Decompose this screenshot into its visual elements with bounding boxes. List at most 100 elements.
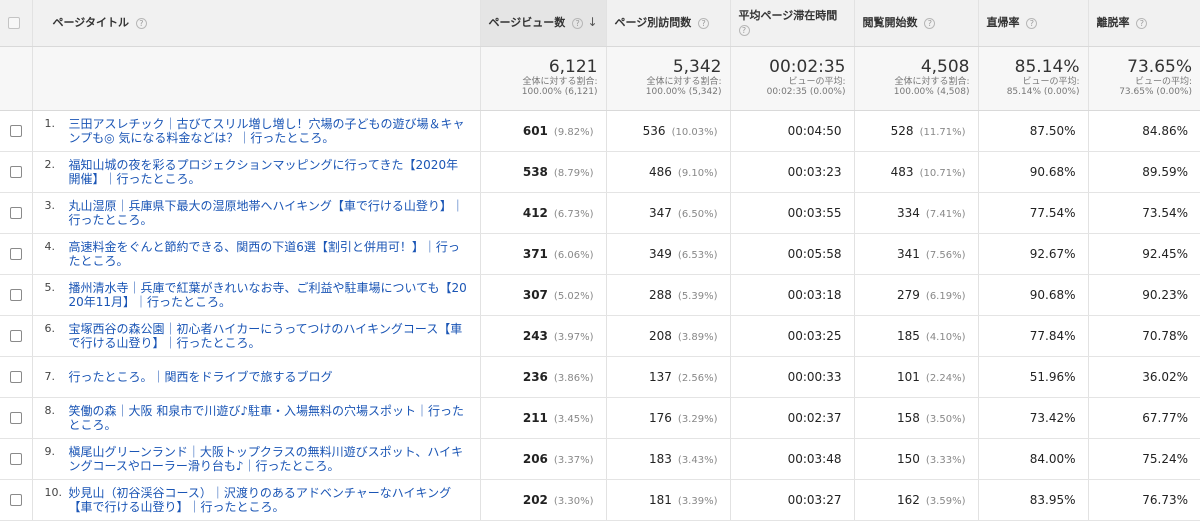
row-select-cell xyxy=(0,315,33,357)
entrances-value: 341 xyxy=(897,246,920,261)
column-entrances-label: 閲覧開始数 xyxy=(862,16,918,30)
page-title-link[interactable]: 宝塚西谷の森公園｜初心者ハイカーにうってつけのハイキングコース【車で行ける山登り… xyxy=(69,322,469,350)
page-title-link[interactable]: 福知山城の夜を彩るプロジェクションマッピングに行ってきた【2020年開催】｜行っ… xyxy=(69,158,469,186)
row-checkbox[interactable] xyxy=(9,371,22,383)
select-all-checkbox[interactable] xyxy=(8,17,20,30)
total-value: 6,121 xyxy=(548,56,598,77)
entrances-percent: (7.41%) xyxy=(925,208,966,220)
unique-pageviews-percent: (6.53%) xyxy=(677,249,718,261)
total-avg-time-cell: 00:02:35 ビューの平均: 00:02:35 (0.00%) xyxy=(730,46,855,111)
column-unique-pageviews-label: ページ別訪問数 xyxy=(614,16,692,30)
row-checkbox[interactable] xyxy=(9,412,22,424)
help-icon[interactable]: ? xyxy=(698,17,710,29)
help-icon[interactable]: ? xyxy=(924,17,936,29)
unique-pageviews-value: 486 xyxy=(649,164,672,179)
entrances-value: 279 xyxy=(897,287,920,302)
page-title-link[interactable]: 丸山湿原｜兵庫県下最大の湿原地帯へハイキング【車で行ける山登り】｜行ったところ。 xyxy=(69,199,469,227)
page-title-link[interactable]: 行ったところ。｜関西をドライブで旅するブログ xyxy=(69,370,469,384)
total-value: 4,508 xyxy=(920,56,970,77)
sort-descending-icon[interactable]: ↓ xyxy=(587,15,597,30)
unique-pageviews-cell: 486 (9.10%) xyxy=(606,151,731,193)
unique-pageviews-value: 181 xyxy=(649,492,672,507)
unique-pageviews-value: 536 xyxy=(642,123,666,138)
total-sub-label: 全体に対する割合: xyxy=(894,76,970,87)
pageviews-percent: (3.86%) xyxy=(553,372,594,384)
bounce-rate-value: 51.96% xyxy=(1029,369,1076,384)
unique-pageviews-percent: (9.10%) xyxy=(677,167,718,179)
table-row: 6. 宝塚西谷の森公園｜初心者ハイカーにうってつけのハイキングコース【車で行ける山… xyxy=(0,315,1200,357)
exit-rate-value: 70.78% xyxy=(1142,328,1188,343)
page-title-link[interactable]: 三田アスレチック｜古びてスリル増し増し！穴場の子どもの遊び場＆キャンプも◎ 気に… xyxy=(69,117,469,145)
entrances-cell: 101 (2.24%) xyxy=(854,356,979,398)
unique-pageviews-cell: 349 (6.53%) xyxy=(606,233,731,275)
unique-pageviews-value: 176 xyxy=(649,410,672,425)
avg-time-value: 00:03:55 xyxy=(787,205,842,220)
unique-pageviews-cell: 137 (2.56%) xyxy=(606,356,731,398)
bounce-rate-value: 77.54% xyxy=(1029,205,1076,220)
help-icon[interactable]: ? xyxy=(135,17,147,29)
pageviews-value: 601 xyxy=(522,123,548,138)
pageviews-cell: 206 (3.37%) xyxy=(480,438,607,480)
entrances-value: 101 xyxy=(897,369,920,384)
pageviews-value: 236 xyxy=(522,369,548,384)
page-title-cell: 2. 福知山城の夜を彩るプロジェクションマッピングに行ってきた【2020年開催】｜… xyxy=(32,151,481,193)
entrances-cell: 158 (3.50%) xyxy=(854,397,979,439)
exit-rate-value: 89.59% xyxy=(1142,164,1188,179)
avg-time-value: 00:03:18 xyxy=(787,287,842,302)
page-title-link[interactable]: 播州清水寺｜兵庫で紅葉がきれいなお寺、ご利益や駐車場についても【2020年11月… xyxy=(69,281,469,309)
pageviews-cell: 307 (5.02%) xyxy=(480,274,607,316)
column-pageviews-label: ページビュー数 xyxy=(488,16,566,30)
page-title-link[interactable]: 笑働の森｜大阪 和泉市で川遊び♪駐車・入場無料の穴場スポット｜行ったところ。 xyxy=(69,404,469,432)
pageviews-percent: (3.37%) xyxy=(553,454,594,466)
entrances-cell: 483 (10.71%) xyxy=(854,151,979,193)
help-icon[interactable]: ? xyxy=(1136,17,1148,29)
bounce-rate-cell: 77.84% xyxy=(978,315,1089,357)
pageviews-percent: (3.45%) xyxy=(553,413,594,425)
column-header-avg-time[interactable]: 平均ページ滞在時間 ? xyxy=(730,0,855,47)
entrances-value: 334 xyxy=(897,205,920,220)
entrances-value: 528 xyxy=(890,123,914,138)
row-checkbox[interactable] xyxy=(9,125,22,137)
row-checkbox[interactable] xyxy=(9,166,22,178)
column-header-entrances[interactable]: 閲覧開始数 ? xyxy=(854,0,979,47)
row-checkbox[interactable] xyxy=(9,289,22,301)
row-select-cell xyxy=(0,151,33,193)
column-header-exit-rate[interactable]: 離脱率 ? xyxy=(1088,0,1200,47)
help-icon[interactable]: ? xyxy=(1026,17,1038,29)
column-avg-time-label: 平均ページ滞在時間 xyxy=(738,8,838,22)
page-title-link[interactable]: 高速料金をぐんと節約できる、関西の下道6選【割引と併用可！】｜行ったところ。 xyxy=(69,240,469,268)
page-title-link[interactable]: 槇尾山グリーンランド｜大阪トップクラスの無料川遊びスポット、ハイキングコースやロ… xyxy=(69,445,469,473)
row-select-cell xyxy=(0,274,33,316)
bounce-rate-value: 84.00% xyxy=(1029,451,1076,466)
row-checkbox[interactable] xyxy=(9,207,22,219)
row-rank: 5. xyxy=(44,280,56,294)
column-header-bounce-rate[interactable]: 直帰率 ? xyxy=(978,0,1089,47)
column-title-label: ページタイトル xyxy=(52,16,130,30)
total-sub-value: 100.00% (4,508) xyxy=(893,86,970,97)
page-title-link[interactable]: 妙見山（初谷渓谷コース）｜沢渡りのあるアドベンチャーなハイキング【車で行ける山登… xyxy=(69,486,469,514)
row-rank: 8. xyxy=(44,403,56,417)
row-select-cell xyxy=(0,356,33,398)
column-header-unique-pageviews[interactable]: ページ別訪問数 ? xyxy=(606,0,731,47)
pageviews-cell: 601 (9.82%) xyxy=(480,110,607,152)
column-header-title[interactable]: ページタイトル ? xyxy=(32,0,481,47)
row-checkbox[interactable] xyxy=(9,248,22,260)
row-select-cell xyxy=(0,479,33,521)
total-bounce-rate-cell: 85.14% ビューの平均: 85.14% (0.00%) xyxy=(978,46,1089,111)
entrances-cell: 150 (3.33%) xyxy=(854,438,979,480)
help-icon[interactable]: ? xyxy=(738,25,750,37)
unique-pageviews-value: 347 xyxy=(649,205,672,220)
unique-pageviews-cell: 176 (3.29%) xyxy=(606,397,731,439)
bounce-rate-value: 90.68% xyxy=(1029,287,1076,302)
table-row: 10. 妙見山（初谷渓谷コース）｜沢渡りのあるアドベンチャーなハイキング【車で行け… xyxy=(0,479,1200,521)
help-icon[interactable]: ? xyxy=(572,17,584,29)
row-checkbox[interactable] xyxy=(9,494,22,506)
row-rank: 1. xyxy=(44,116,56,130)
pageviews-value: 412 xyxy=(522,205,548,220)
row-checkbox[interactable] xyxy=(9,330,22,342)
bounce-rate-cell: 87.50% xyxy=(978,110,1089,152)
entrances-percent: (2.24%) xyxy=(925,372,966,384)
column-header-pageviews[interactable]: ページビュー数 ? ↓ xyxy=(480,0,607,47)
row-rank: 7. xyxy=(44,369,56,383)
row-checkbox[interactable] xyxy=(9,453,22,465)
